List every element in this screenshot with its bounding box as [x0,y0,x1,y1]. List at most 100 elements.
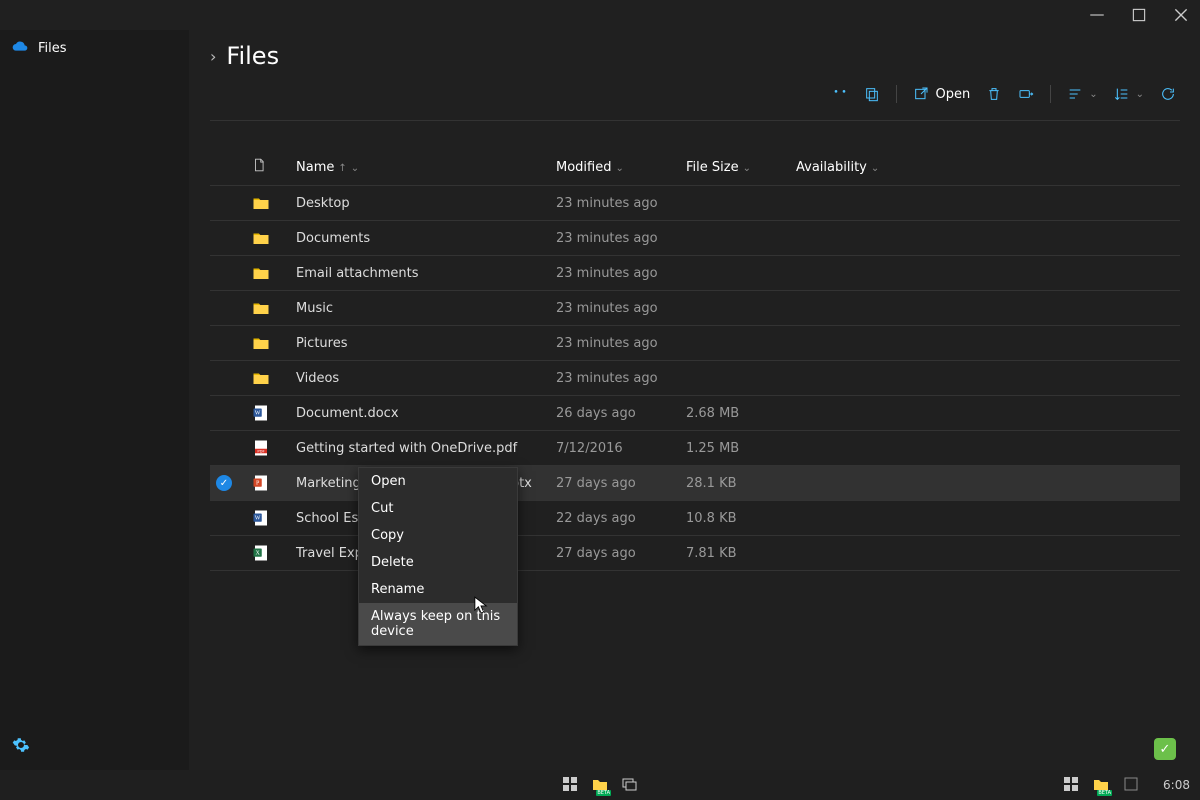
file-type-icon: X [246,536,290,571]
table-row[interactable]: Videos23 minutes ago [210,361,1180,396]
titlebar [0,0,1200,30]
file-availability [790,501,930,536]
chevron-down-icon: ⌄ [871,163,879,174]
row-check[interactable] [210,361,246,396]
table-row[interactable]: Music23 minutes ago [210,291,1180,326]
main: › Files Open ⌄ ⌄ [190,30,1200,770]
cursor-icon [474,596,488,614]
row-check[interactable] [210,326,246,361]
col-name[interactable]: Name↑⌄ [290,149,550,186]
explorer-taskbar-icon[interactable] [592,776,608,795]
row-check[interactable] [210,256,246,291]
context-menu-item[interactable]: Delete [359,549,517,576]
open-label: Open [935,87,970,102]
chevron-down-icon: ⌄ [351,163,359,174]
context-menu-item[interactable]: Cut [359,495,517,522]
cloud-icon [12,38,28,58]
col-icon[interactable] [246,149,290,186]
row-check[interactable] [210,501,246,536]
table-row[interactable]: Pictures23 minutes ago [210,326,1180,361]
tray-icon[interactable] [1123,776,1139,795]
delete-button[interactable] [982,82,1006,106]
context-menu-item[interactable]: Rename [359,576,517,603]
file-size [680,186,790,221]
context-menu-item[interactable]: Copy [359,522,517,549]
file-type-icon: W [246,396,290,431]
refresh-button[interactable] [1156,82,1180,106]
context-menu-item[interactable]: Always keep on this device [359,603,517,645]
group-button[interactable]: ⌄ [1110,82,1148,106]
table-row[interactable]: Documents23 minutes ago [210,221,1180,256]
chevron-down-icon: ⌄ [615,163,623,174]
sidebar-bottom [0,724,189,770]
chevron-down-icon: ⌄ [1089,89,1097,100]
row-check[interactable] [210,221,246,256]
file-type-icon: W [246,501,290,536]
table-row[interactable]: Email attachments23 minutes ago [210,256,1180,291]
row-check[interactable] [210,536,246,571]
file-type-icon [246,221,290,256]
table-row[interactable]: Desktop23 minutes ago [210,186,1180,221]
file-name[interactable]: Documents [290,221,550,256]
minimize-button[interactable] [1088,6,1106,24]
file-size: 28.1 KB [680,466,790,501]
sync-status-badge[interactable]: ✓ [1154,738,1176,760]
row-check[interactable]: ✓ [210,466,246,501]
table-row[interactable]: PDFGetting started with OneDrive.pdf7/12… [210,431,1180,466]
file-availability [790,326,930,361]
col-modified[interactable]: Modified⌄ [550,149,680,186]
app-window: Files › Files Open [0,0,1200,770]
file-modified: 23 minutes ago [550,186,680,221]
svg-text:W: W [255,516,261,522]
taskbar-clock[interactable]: 6:08 [1163,778,1190,792]
sidebar-item-files[interactable]: Files [0,30,189,66]
close-button[interactable] [1172,6,1190,24]
context-menu: OpenCutCopyDeleteRenameAlways keep on th… [358,467,518,646]
file-size [680,256,790,291]
file-name[interactable]: Pictures [290,326,550,361]
col-availability[interactable]: Availability⌄ [790,149,930,186]
file-modified: 27 days ago [550,536,680,571]
file-name[interactable]: Videos [290,361,550,396]
start-button[interactable] [562,776,578,795]
row-check[interactable] [210,396,246,431]
file-availability [790,466,930,501]
check-icon: ✓ [216,475,232,491]
open-button[interactable]: Open [909,82,974,106]
table-row[interactable]: ✓PMarketing Strategy - 2020 Plan.pptx27 … [210,466,1180,501]
file-size [680,361,790,396]
sort-button[interactable]: ⌄ [1063,82,1101,106]
chevron-down-icon: ⌄ [743,163,751,174]
maximize-button[interactable] [1130,6,1148,24]
taskbar-right: 6:08 [1063,776,1190,795]
copy-button[interactable] [860,82,884,106]
move-button[interactable] [1014,82,1038,106]
col-checkbox[interactable] [210,149,246,186]
file-modified: 26 days ago [550,396,680,431]
context-menu-item[interactable]: Open [359,468,517,495]
file-modified: 23 minutes ago [550,361,680,396]
taskview-button[interactable] [622,776,638,795]
file-availability [790,431,930,466]
file-name[interactable]: Getting started with OneDrive.pdf [290,431,550,466]
explorer-taskbar-icon-right[interactable] [1093,776,1109,795]
file-size [680,221,790,256]
separator [896,85,897,103]
table-row[interactable]: XTravel Expenses.xlsx27 days ago7.81 KB [210,536,1180,571]
file-name[interactable]: Document.docx [290,396,550,431]
file-size [680,326,790,361]
settings-button[interactable] [12,739,30,758]
row-check[interactable] [210,431,246,466]
col-filesize[interactable]: File Size⌄ [680,149,790,186]
row-check[interactable] [210,291,246,326]
table-row[interactable]: WSchool Essay.docx22 days ago10.8 KB [210,501,1180,536]
file-size: 10.8 KB [680,501,790,536]
table-row[interactable]: WDocument.docx26 days ago2.68 MB [210,396,1180,431]
file-type-icon [246,256,290,291]
row-check[interactable] [210,186,246,221]
file-name[interactable]: Desktop [290,186,550,221]
file-name[interactable]: Email attachments [290,256,550,291]
file-name[interactable]: Music [290,291,550,326]
cut-button[interactable] [828,82,852,106]
start-button-right[interactable] [1063,776,1079,795]
